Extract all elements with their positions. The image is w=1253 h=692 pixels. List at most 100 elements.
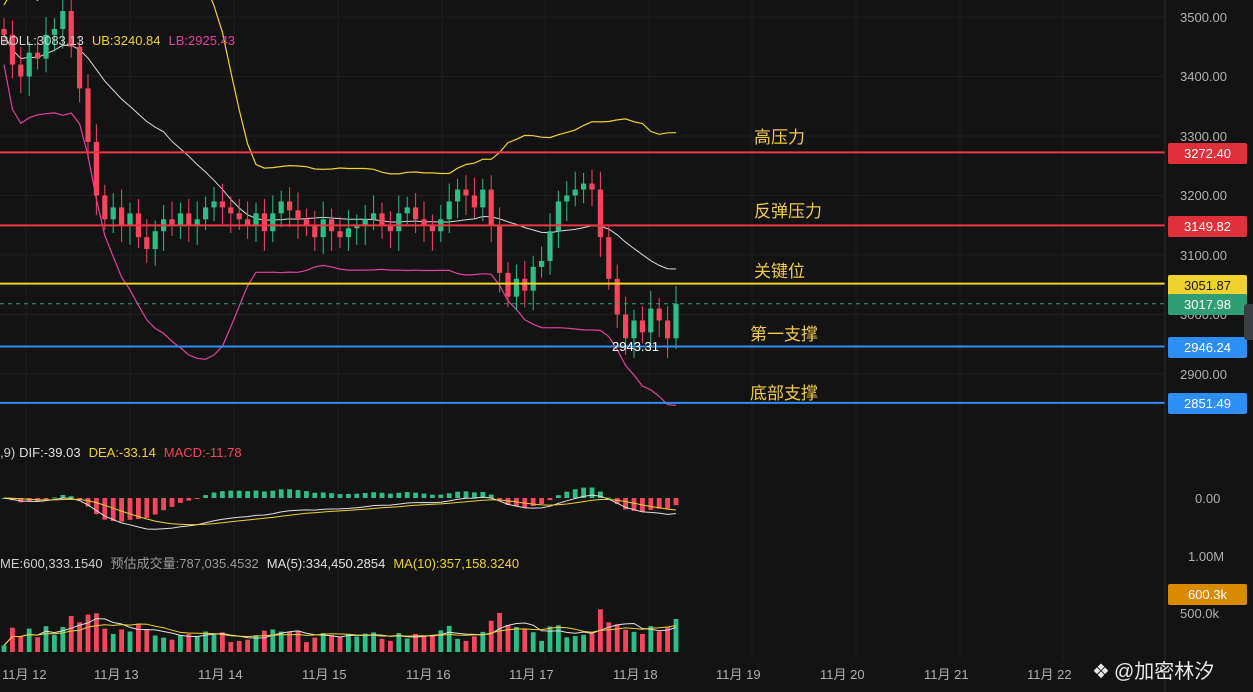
macd-dea: DEA:-33.14 — [88, 445, 156, 460]
volume-bar — [102, 628, 108, 652]
date-label: 11月 21 — [924, 667, 969, 682]
volume-bar — [119, 629, 124, 652]
volume-bar — [152, 635, 158, 652]
macd-histogram-bar — [421, 493, 427, 498]
macd-histogram-bar — [304, 491, 309, 498]
price-tick-label: 2900.00 — [1180, 367, 1227, 382]
candle-body — [85, 88, 91, 142]
date-label: 11月 18 — [613, 667, 658, 682]
volume-ma10: MA(10):357,158.3240 — [393, 556, 520, 571]
scroll-handle[interactable] — [1244, 304, 1253, 340]
macd-value: MACD:-11.78 — [163, 445, 242, 460]
candle-body — [320, 219, 326, 238]
volume-bar — [1, 645, 7, 652]
macd-histogram-bar — [354, 493, 360, 498]
volume-bar — [488, 620, 494, 652]
candle-body — [371, 213, 377, 220]
macd-histogram-bar — [245, 491, 250, 498]
annotation-bottom-support: 底部支撑 — [750, 384, 818, 403]
annotation-first-support: 第一支撑 — [750, 325, 818, 344]
candle-body — [345, 228, 351, 238]
macd-histogram-bar — [312, 492, 318, 498]
volume-bar — [295, 630, 301, 652]
candle-body — [648, 308, 654, 333]
candle-body — [253, 213, 259, 226]
volume-bar — [43, 626, 49, 652]
date-label: 11月 22 — [1027, 667, 1072, 682]
macd-histogram-bar — [463, 491, 469, 498]
volume-bar — [404, 638, 410, 652]
macd-histogram-bar — [152, 498, 158, 515]
macd-histogram-bar — [556, 495, 561, 498]
macd-histogram-bar — [110, 498, 116, 521]
macd-histogram-bar — [371, 492, 376, 498]
volume-bar — [665, 627, 670, 652]
volume-bar — [640, 633, 645, 652]
volume-bar — [379, 638, 385, 652]
volume-bar — [236, 640, 242, 652]
macd-histogram-bar — [211, 492, 217, 498]
macd-histogram-bar — [346, 493, 351, 498]
macd-histogram-bar — [438, 494, 444, 498]
candle-body — [673, 303, 679, 339]
macd-histogram-bar — [673, 498, 679, 506]
volume-bar — [673, 618, 679, 652]
volume-legend: ME:600,333.1540 预估成交量:787,035.4532 MA(5):3… — [0, 553, 527, 572]
diamond-logo-icon: ❖ — [1092, 661, 1110, 683]
macd-histogram-bar — [194, 498, 200, 499]
candle-body — [295, 210, 301, 220]
annotation-high-resistance: 高压力 — [754, 128, 805, 147]
volume-bar — [438, 630, 444, 652]
macd-dif: DIF:-39.03 — [19, 445, 81, 460]
annotation-rebound-resistance: 反弹压力 — [754, 202, 822, 221]
date-label: 11月 14 — [198, 667, 243, 682]
candle-body — [186, 213, 192, 226]
volume-bar — [262, 630, 267, 652]
candle-body — [471, 195, 477, 208]
volume-bar — [178, 635, 183, 652]
macd-histogram-bar — [337, 494, 343, 498]
date-label: 11月 12 — [2, 667, 47, 682]
candle-body — [597, 189, 603, 238]
volume-bar — [337, 637, 343, 652]
candle-body — [513, 278, 519, 297]
volume-bar — [556, 625, 561, 652]
candle-body — [337, 231, 343, 238]
volume-bar — [312, 637, 318, 652]
candle-body — [127, 213, 133, 226]
volume-bar — [228, 642, 234, 652]
macd-histogram-bar — [262, 491, 267, 498]
macd-histogram-bar — [228, 490, 234, 498]
macd-histogram-bar — [665, 498, 670, 509]
volume-bar — [623, 629, 628, 652]
annotation-key-level: 关键位 — [754, 262, 805, 281]
macd-histogram-bar — [404, 492, 410, 498]
candle-body — [102, 195, 108, 220]
candle-body — [270, 213, 276, 232]
volume-bar — [505, 624, 511, 652]
volume-bar — [304, 642, 309, 652]
macd-histogram-bar — [396, 492, 402, 498]
candle-body — [564, 195, 570, 202]
macd-histogram-bar — [186, 498, 192, 501]
candle-body — [119, 207, 125, 226]
candle-body — [488, 189, 494, 226]
volume-bar — [68, 615, 74, 652]
macd-histogram-bar — [472, 492, 477, 498]
volume-bar — [539, 640, 544, 652]
price-tick-label: 3300.00 — [1180, 129, 1227, 144]
macd-histogram-bar — [295, 490, 301, 498]
volume-bar — [26, 628, 32, 652]
macd-histogram-bar — [253, 490, 259, 498]
macd-histogram-bar — [446, 493, 452, 498]
candle-body — [446, 201, 452, 220]
candle-body — [606, 237, 612, 279]
volume-bar — [631, 631, 637, 652]
macd-prefix: ,9) — [0, 445, 16, 460]
macd-histogram-bar — [287, 489, 292, 498]
macd-histogram-bar — [68, 496, 74, 498]
macd-histogram-bar — [564, 491, 570, 498]
tag-key-level: 3051.87 — [1168, 275, 1247, 296]
macd-histogram-bar — [270, 490, 276, 498]
candle-body — [93, 141, 99, 196]
